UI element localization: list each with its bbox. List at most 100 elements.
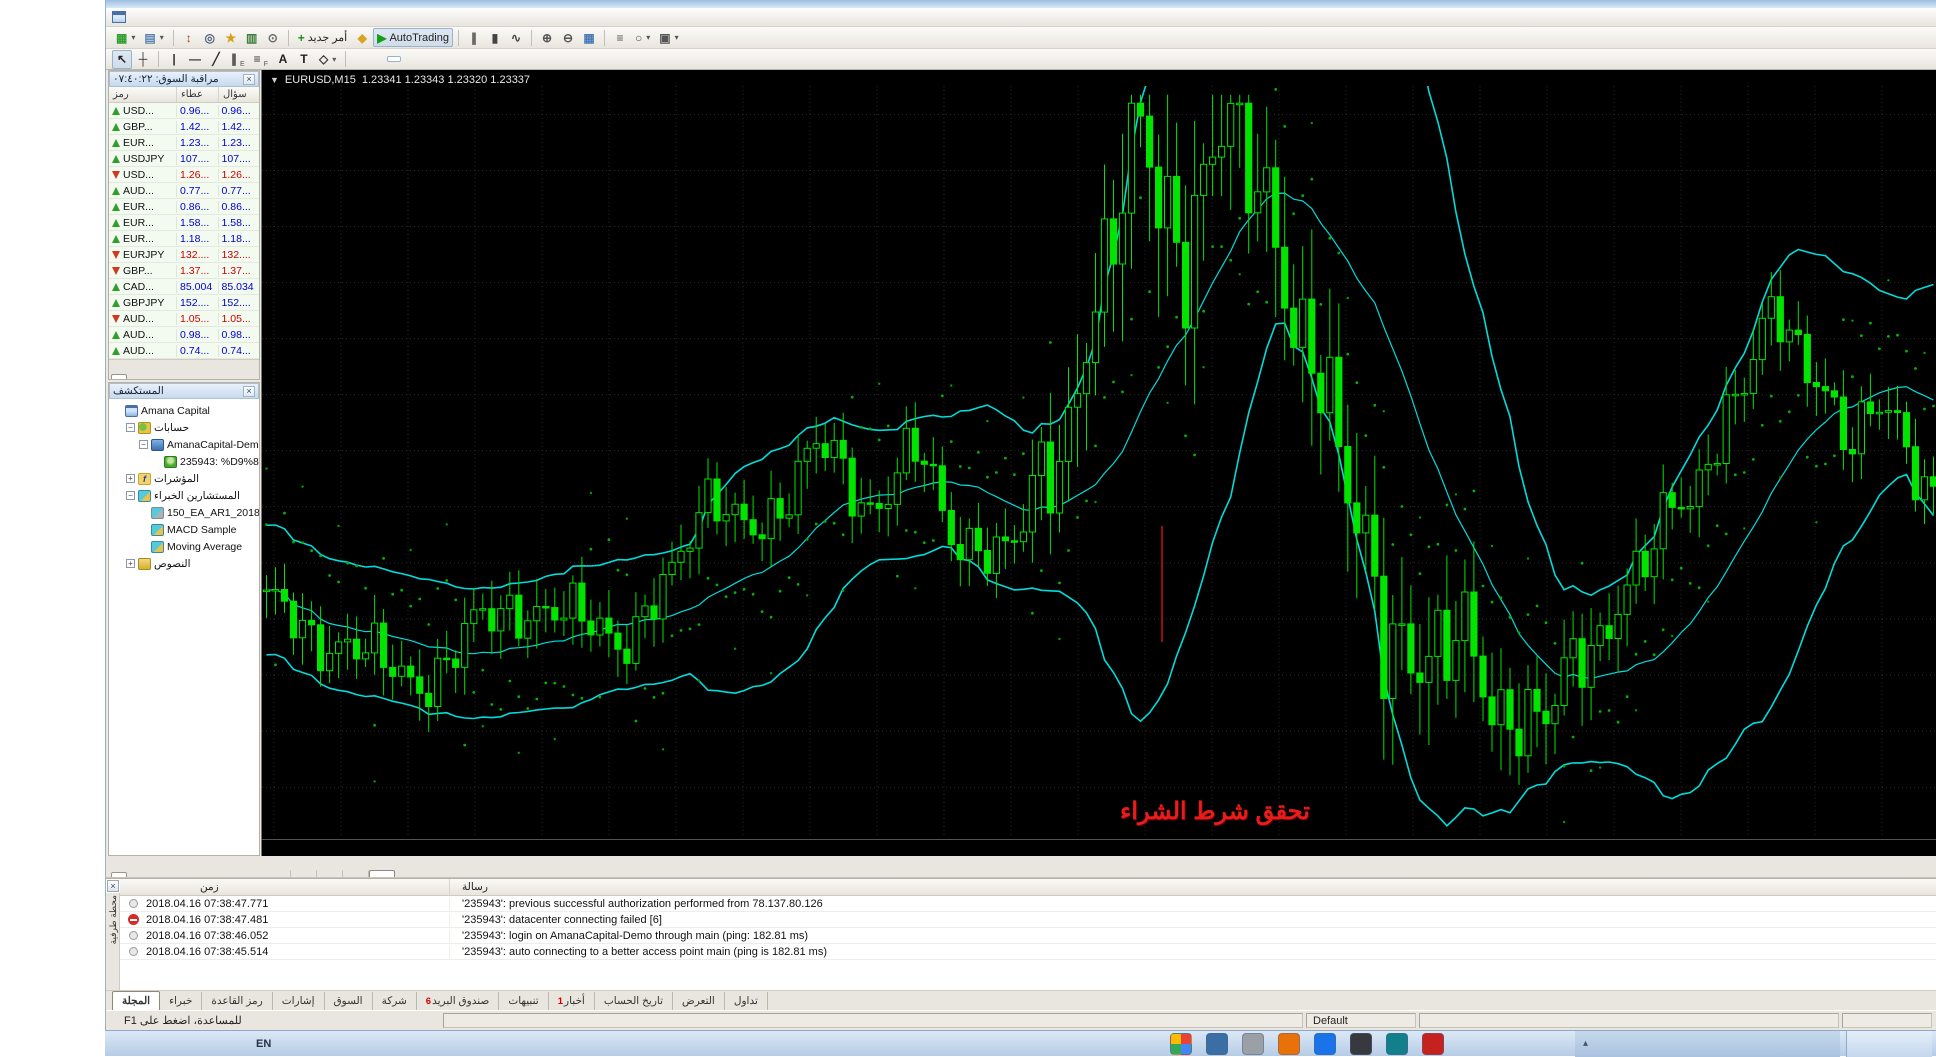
market-watch-row[interactable]: EURJPY 132.... 132.... [109,247,259,263]
market-watch-row[interactable]: USDJPY 107.... 107.... [109,151,259,167]
dropdown-arrow-icon[interactable]: ▾ [646,33,650,42]
terminal-tab[interactable]: المجلة [112,991,161,1010]
tray-expand-icon[interactable]: ▴ [1583,1038,1588,1049]
tree-item[interactable]: MACD Sample [109,521,259,538]
menu-item[interactable] [196,15,212,19]
app-orange[interactable] [1278,1032,1300,1055]
timeframe-button[interactable] [451,56,465,62]
chart-tab[interactable] [317,870,343,877]
new-order-button[interactable]: + أمر جديد [294,28,352,47]
column-time[interactable]: زمن [120,879,450,895]
market-watch-row[interactable]: AUD... 1.05... 1.05... [109,311,259,327]
market-watch-row[interactable]: EUR... 1.23... 1.23... [109,135,259,151]
market-watch-row[interactable]: AUD... 0.77... 0.77... [109,183,259,199]
app-teal[interactable] [1386,1032,1408,1055]
tree-item[interactable]: Amana Capital [109,402,259,419]
chart-tab[interactable] [369,870,395,877]
terminal-side-tab[interactable]: محطة طرفية [106,893,120,991]
chart-tab[interactable] [291,870,317,877]
market-watch-row[interactable]: EUR... 1.18... 1.18... [109,231,259,247]
timeframe-button[interactable] [467,56,481,62]
terminal-button[interactable]: ▥ [242,28,262,47]
terminal-tab[interactable]: السوق [325,992,373,1010]
timeframe-button[interactable] [483,56,497,62]
terminal-tab[interactable]: رمز القاعدة [202,992,273,1010]
tree-expander[interactable]: + [126,474,135,483]
column-message[interactable]: رسالة [450,879,1936,895]
metaeditor-button[interactable]: ◆ [352,28,372,47]
dropdown-arrow-icon[interactable]: ▾ [675,33,679,42]
app-red[interactable] [1422,1032,1444,1055]
navigator-tab[interactable] [129,872,145,877]
tree-expander[interactable]: − [126,423,135,432]
market-watch-tab[interactable] [129,374,145,379]
tree-item[interactable]: + النصوص [109,555,259,572]
text-label-tool-button[interactable]: T [294,50,314,69]
horizontal-line-tool-button[interactable]: — [185,50,205,69]
vertical-line-tool-button[interactable]: | [164,50,184,69]
tree-expander[interactable]: − [126,491,135,500]
arrange-icons-button[interactable]: ≡ [610,28,630,47]
market-watch-row[interactable]: AUD... 0.98... 0.98... [109,327,259,343]
close-icon[interactable]: × [243,73,255,85]
dropdown-arrow-icon[interactable]: ▾ [160,33,164,42]
autotrading-button[interactable]: ▶ AutoTrading [373,28,453,47]
terminal-tab[interactable]: شركة [373,992,417,1010]
new-chart-button[interactable]: ▦ ▾ [112,28,139,47]
tree-item[interactable]: − حسابات [109,419,259,436]
timeframe-button[interactable] [435,56,449,62]
terminal-tab[interactable]: خبراء [160,992,203,1010]
tree-item[interactable]: − المستشارين الخبراء [109,487,259,504]
market-watch-button[interactable]: ↕ [179,28,199,47]
close-icon[interactable]: × [107,880,119,892]
market-watch-tab[interactable] [111,374,127,379]
market-watch-row[interactable]: GBPJPY 152.... 152.... [109,295,259,311]
profiles-button[interactable]: ▤ ▾ [140,28,167,47]
terminal-tab[interactable]: تنبيهات [499,992,549,1010]
window-titlebar[interactable] [106,0,1936,8]
zoom-out-button[interactable]: ⊖ [558,28,578,47]
column-symbol[interactable]: رمز [109,87,177,102]
column-ask[interactable]: سؤال [219,87,259,102]
market-watch-row[interactable]: CAD... 85.004 85.034 [109,279,259,295]
fibonacci-tool-button[interactable]: ≡ F [250,50,272,69]
terminal-tab[interactable]: إشارات [273,992,325,1010]
terminal-tab[interactable]: تاريخ الحساب [595,992,674,1010]
app-blue[interactable] [1206,1032,1228,1055]
column-bid[interactable]: عطاء [177,87,219,102]
window-system-icon[interactable] [112,11,126,23]
menu-item[interactable] [212,15,228,19]
app-grey[interactable] [1242,1032,1264,1055]
journal-row[interactable]: 2018.04.16 07:38:47.771 '235943': previo… [120,896,1936,912]
chart-tab[interactable] [265,870,291,877]
status-profile[interactable]: Default [1306,1013,1416,1028]
period-cycler-button[interactable]: ○ ▾ [631,28,654,47]
arrows-tool-button[interactable]: ◇ ▾ [315,50,340,69]
terminal-tab[interactable]: 1 أخبار [549,992,595,1010]
bar-chart-mode-button[interactable]: ∥ [464,28,484,47]
zoom-in-button[interactable]: ⊕ [537,28,557,47]
trendline-tool-button[interactable]: ╱ [206,50,226,69]
journal-row[interactable]: 2018.04.16 07:38:45.514 '235943': auto c… [120,944,1936,960]
market-watch-row[interactable]: GBP... 1.42... 1.42... [109,119,259,135]
templates-button[interactable]: ▣ ▾ [655,28,682,47]
tile-windows-button[interactable]: ▦ [579,28,599,47]
taskbar-clock[interactable] [1846,1031,1932,1057]
text-tool-button[interactable]: A [273,50,293,69]
browser-chrome[interactable] [1170,1032,1192,1055]
menu-item[interactable] [164,15,180,19]
price-chart[interactable]: ▼ EURUSD,M15 1.23341 1.23343 1.23320 1.2… [261,70,1936,856]
market-watch-row[interactable]: EUR... 0.86... 0.86... [109,199,259,215]
close-icon[interactable]: × [243,385,255,397]
timeframe-button[interactable] [419,56,433,62]
equidistant-channel-tool-button[interactable]: ∥ E [227,50,249,69]
timeframe-button[interactable] [355,56,369,62]
line-chart-mode-button[interactable]: ∿ [506,28,526,47]
crosshair-tool-button[interactable]: ┼ [133,50,153,69]
timeframe-button[interactable] [371,56,385,62]
data-window-button[interactable]: ◎ [200,28,220,47]
timeframe-button[interactable] [403,56,417,62]
market-watch-row[interactable]: AUD... 0.74... 0.74... [109,343,259,359]
tree-item[interactable]: + f المؤشرات [109,470,259,487]
candlestick-plot[interactable] [262,86,1936,838]
